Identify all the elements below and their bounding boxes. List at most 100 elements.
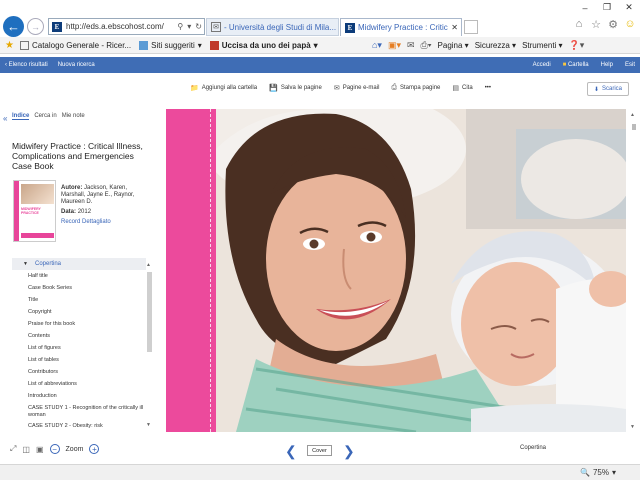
page-number-input[interactable]: Cover (307, 445, 332, 456)
cite-button[interactable]: ▤ Cita (452, 84, 472, 92)
scroll-down-icon[interactable]: ▼ (146, 422, 151, 428)
next-page-button[interactable]: ❯ (343, 443, 355, 460)
toc-item[interactable]: CASE STUDY 1 - Recognition of the critic… (12, 402, 146, 420)
window-controls: – ❐ ✕ (574, 0, 640, 15)
toc-item[interactable]: CASE STUDY 2 - Obesity: risk (12, 420, 146, 428)
toc-item[interactable]: List of tables (12, 354, 146, 366)
toc-item[interactable]: Contributors (12, 366, 146, 378)
rss-feed-icon[interactable]: ▣▾ (388, 40, 401, 51)
browser-navbar: ← → E http://eds.a.ebscohost.com/ ⚲ ▾ ↻ … (0, 15, 640, 37)
signin-link[interactable]: Accedi (533, 62, 551, 68)
viewer-scrollbar[interactable]: ▲ ▼ (630, 112, 638, 430)
fullscreen-icon[interactable]: ⤢ (10, 444, 16, 454)
search-icon[interactable]: ⚲ (177, 22, 183, 31)
suggested-sites-icon (139, 40, 149, 50)
new-tab-button[interactable] (464, 20, 478, 34)
new-search-link[interactable]: Nuova ricerca (58, 62, 95, 68)
zoom-out-icon[interactable]: − (49, 444, 60, 454)
fit-width-icon[interactable]: ◫ (22, 445, 30, 454)
detailed-record-link[interactable]: Record Dettagliato (61, 219, 151, 226)
toc-item[interactable]: Praise for this book (12, 318, 146, 330)
toc-item[interactable]: Half title (12, 270, 146, 282)
print-pages-button[interactable]: ⎙ Stampa pagine (391, 84, 440, 92)
settings-gear-icon[interactable]: ⚙ (607, 18, 619, 31)
toc-item[interactable]: Title (12, 294, 146, 306)
collapse-panel-icon[interactable]: « (3, 114, 7, 123)
download-button[interactable]: ⬇ Scarica (587, 82, 629, 96)
help-link[interactable]: Help (601, 62, 613, 68)
viewer-bottom-controls: ⤢ ◫ ▣ − Zoom + (10, 444, 100, 454)
browser-statusbar: 🔍 75% ▾ (0, 464, 640, 480)
help-icon[interactable]: ❓▾ (569, 40, 585, 51)
favorite-uccisa[interactable]: Uccisa da uno dei papà ▾ (209, 40, 318, 50)
print-pages-label: Stampa pagine (400, 85, 441, 91)
tab-universita[interactable]: ✉ - Università degli Studi di Mila... (206, 18, 339, 36)
toc-item[interactable]: List of abbreviations (12, 378, 146, 390)
email-pages-button[interactable]: ✉ Pagine e-mail (334, 84, 380, 92)
back-button[interactable]: ← (3, 16, 24, 37)
tab-mie-note[interactable]: Mie note (62, 113, 85, 120)
zoom-icon: 🔍 (580, 468, 590, 477)
toc-scroll-thumb[interactable] (147, 272, 152, 352)
chevron-down-icon: ▾ (313, 40, 318, 50)
address-url[interactable]: http://eds.a.ebscohost.com/ (66, 22, 175, 31)
favorites-star-icon[interactable]: ★ (5, 40, 14, 51)
toc-item[interactable]: Copyright (12, 306, 146, 318)
dropdown-icon[interactable]: ▾ (187, 22, 191, 31)
folder-link[interactable]: ■ Cartella (563, 62, 589, 68)
home-icon[interactable]: ⌂ (573, 18, 585, 31)
toc-head-label: Copertina (35, 261, 62, 267)
minimize-icon[interactable]: – (574, 0, 596, 15)
scroll-up-icon[interactable]: ▲ (146, 262, 151, 268)
zoom-in-icon[interactable]: + (89, 444, 100, 454)
security-menu[interactable]: Sicurezza ▾ (475, 41, 516, 50)
print-icon[interactable]: ⎙▾ (421, 40, 432, 51)
tab-cerca-in[interactable]: Cerca in (34, 113, 56, 120)
folder-label: Cartella (567, 62, 589, 68)
viewer-scroll-thumb[interactable] (632, 124, 636, 130)
previous-page-button[interactable]: ❮ (285, 443, 297, 460)
home-icon[interactable]: ⌂▾ (372, 40, 382, 51)
save-icon: 💾 (269, 85, 278, 92)
expand-triangle-icon[interactable]: ▼ (23, 261, 28, 267)
browser-zoom-control[interactable]: 🔍 75% ▾ (580, 468, 616, 477)
toc-item[interactable]: Contents (12, 330, 146, 342)
toc-item-copertina[interactable]: ▼ Copertina (12, 258, 146, 270)
toc-scrollbar[interactable]: ▲ ▼ (146, 262, 154, 428)
scroll-down-icon[interactable]: ▼ (630, 424, 635, 430)
favorites-star-icon[interactable]: ☆ (590, 18, 602, 31)
ebook-page-viewer[interactable] (166, 109, 626, 432)
restore-icon[interactable]: ❐ (596, 0, 618, 15)
scroll-up-icon[interactable]: ▲ (630, 112, 635, 118)
more-options-button[interactable]: ••• (485, 85, 491, 91)
chevron-down-icon: ▾ (611, 468, 616, 477)
forward-button[interactable]: → (27, 18, 44, 35)
favorites-bar: ★ Catalogo Generale - Ricer... Siti sugg… (0, 37, 640, 54)
results-list-link[interactable]: ‹ Elenco risultati (5, 62, 48, 68)
tab-midwifery[interactable]: E Midwifery Practice : Critical ... ✕ (340, 18, 462, 36)
toc-item[interactable]: List of figures (12, 342, 146, 354)
save-pages-button[interactable]: 💾 Salva le pagine (269, 84, 322, 92)
page-menu[interactable]: Pagina ▾ (438, 41, 469, 50)
exit-link[interactable]: Esit (625, 62, 635, 68)
folder-add-icon: 📁 (190, 85, 199, 92)
close-tab-icon[interactable]: ✕ (451, 23, 458, 32)
authors-label: Autore: (61, 185, 83, 191)
window-titlebar: – ❐ ✕ (0, 0, 640, 15)
tab-indice[interactable]: Indice (12, 113, 30, 120)
address-bar[interactable]: E http://eds.a.ebscohost.com/ ⚲ ▾ ↻ (48, 18, 205, 35)
close-icon[interactable]: ✕ (618, 0, 640, 15)
zoom-level: 75% (592, 468, 609, 477)
tools-menu[interactable]: Strumenti ▾ (522, 41, 562, 50)
toc-item[interactable]: Case Book Series (12, 282, 146, 294)
add-to-folder-button[interactable]: 📁 Aggiungi alla cartella (190, 84, 257, 92)
favorite-siti-suggeriti[interactable]: Siti suggeriti ▾ (139, 40, 202, 50)
favorite-catalogo[interactable]: Catalogo Generale - Ricer... (19, 40, 131, 50)
ebsco-header: ‹ Elenco risultati Nuova ricerca Accedi … (0, 57, 640, 73)
feedback-smiley-icon[interactable]: ☺ (624, 18, 636, 31)
toc-item[interactable]: Introduction (12, 390, 146, 402)
mail-icon[interactable]: ✉ (407, 40, 415, 51)
fit-page-icon[interactable]: ▣ (36, 445, 44, 454)
save-pages-label: Salva le pagine (280, 85, 322, 91)
refresh-icon[interactable]: ↻ (195, 22, 202, 31)
